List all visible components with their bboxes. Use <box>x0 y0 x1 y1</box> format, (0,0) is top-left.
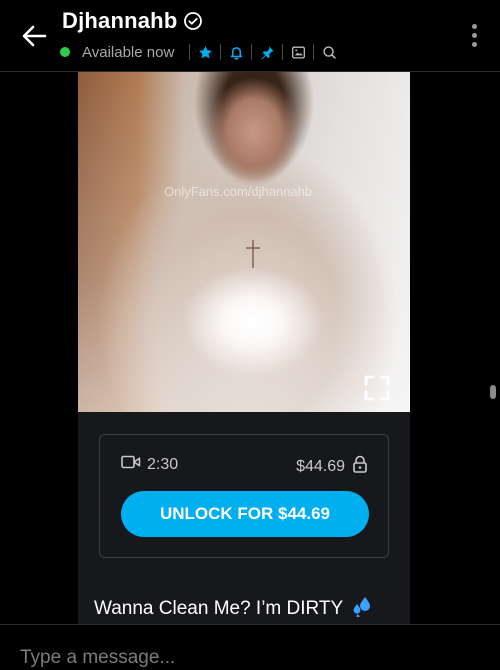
message-input[interactable] <box>20 645 480 670</box>
divider <box>189 44 191 60</box>
video-duration: 2:30 <box>147 455 179 473</box>
message-caption: Wanna Clean Me? I’m DIRTY <box>94 595 373 623</box>
media-preview[interactable]: OnlyFans.com/djhannahb <box>78 72 410 412</box>
more-icon[interactable] <box>470 24 478 50</box>
chat-header: Djhannahb Available now <box>0 0 500 72</box>
divider <box>220 44 222 60</box>
message-bubble: OnlyFans.com/djhannahb 2:30 $44.69 UNLOC… <box>78 72 410 624</box>
back-arrow-icon[interactable] <box>18 20 50 52</box>
status-text: Available now <box>82 43 175 61</box>
image-icon[interactable] <box>290 44 306 60</box>
pin-icon[interactable] <box>259 44 275 60</box>
divider <box>251 44 253 60</box>
price-info: $44.69 <box>296 455 368 478</box>
divider <box>313 44 315 60</box>
caption-text: Wanna Clean Me? I’m DIRTY <box>94 598 344 619</box>
contact-name[interactable]: Djhannahb <box>62 8 177 34</box>
expand-icon[interactable] <box>364 375 390 401</box>
locked-content-card: 2:30 $44.69 UNLOCK FOR $44.69 <box>99 434 389 558</box>
star-icon[interactable] <box>197 44 213 60</box>
divider <box>282 44 284 60</box>
scrollbar-thumb[interactable] <box>490 385 496 399</box>
necklace-cross <box>246 240 260 268</box>
verified-icon <box>183 11 203 31</box>
price-label: $44.69 <box>296 457 345 475</box>
bell-icon[interactable] <box>228 44 244 60</box>
status-row: Available now <box>60 42 337 62</box>
search-icon[interactable] <box>321 44 337 60</box>
lock-icon <box>352 455 368 478</box>
unlock-button[interactable]: UNLOCK FOR $44.69 <box>121 491 369 537</box>
online-indicator <box>60 47 70 57</box>
chat-area: OnlyFans.com/djhannahb 2:30 $44.69 UNLOC… <box>0 72 500 624</box>
media-watermark: OnlyFans.com/djhannahb <box>164 184 313 199</box>
contact-name-row[interactable]: Djhannahb <box>62 8 203 34</box>
media-meta-row: 2:30 $44.69 <box>100 455 390 477</box>
duration-info: 2:30 <box>121 455 178 474</box>
video-icon <box>121 455 141 474</box>
sweat-droplets-icon <box>351 595 373 623</box>
message-composer <box>0 624 500 670</box>
